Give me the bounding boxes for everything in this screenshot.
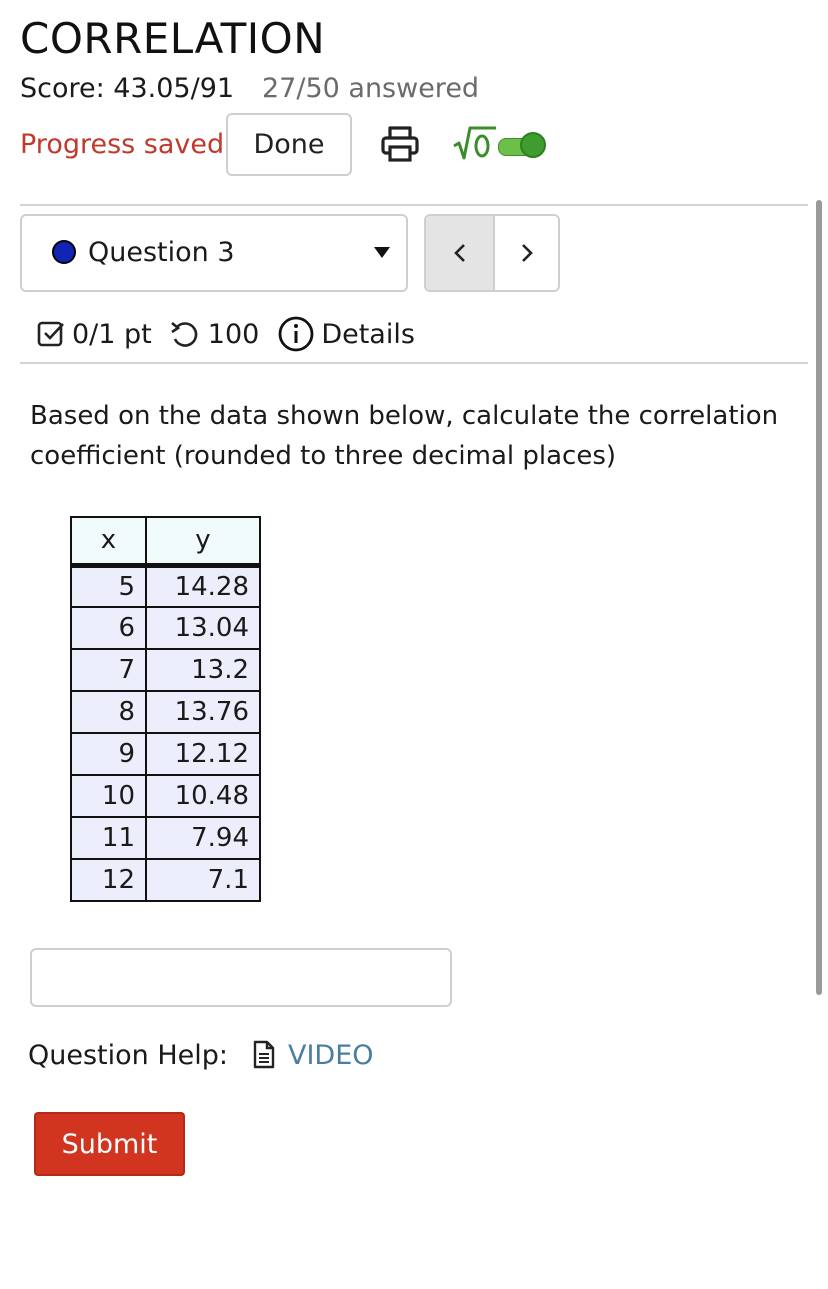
table-row: 7 13.2 [70, 648, 261, 692]
table-row: 6 13.04 [70, 606, 261, 650]
cell-x: 8 [70, 690, 147, 734]
cell-y: 13.04 [145, 606, 261, 650]
printer-icon[interactable] [380, 124, 420, 164]
retry-icon [170, 322, 198, 347]
cell-y: 13.2 [145, 648, 261, 692]
points-text: 0/1 pt [72, 318, 152, 350]
submit-button[interactable]: Submit [34, 1112, 185, 1176]
question-nav-group [424, 214, 560, 292]
question-status-dot [52, 240, 76, 264]
cell-x: 12 [70, 858, 147, 902]
sqrt-zero-icon[interactable] [452, 124, 498, 164]
question-select-label: Question 3 [88, 237, 235, 268]
document-icon[interactable] [252, 1040, 276, 1070]
table-header-row: x y [70, 516, 261, 566]
done-button[interactable]: Done [226, 113, 352, 176]
cell-x: 11 [70, 816, 147, 860]
table-row: 12 7.1 [70, 858, 261, 902]
table-row: 5 14.28 [70, 564, 261, 608]
divider [20, 204, 808, 206]
table-row: 10 10.48 [70, 774, 261, 818]
cell-x: 7 [70, 648, 147, 692]
cell-y: 12.12 [145, 732, 261, 776]
cell-x: 6 [70, 606, 147, 650]
cell-y: 7.94 [145, 816, 261, 860]
math-toggle[interactable] [498, 132, 548, 160]
cell-y: 14.28 [145, 564, 261, 608]
table-row: 8 13.76 [70, 690, 261, 734]
answer-input[interactable] [30, 948, 452, 1007]
cell-x: 9 [70, 732, 147, 776]
cell-y: 7.1 [145, 858, 261, 902]
score-text: Score: 43.05/91 [20, 73, 235, 104]
scrollbar[interactable] [816, 200, 822, 995]
column-header-x: x [70, 516, 147, 566]
column-header-y: y [145, 516, 261, 566]
caret-down-icon [374, 247, 390, 258]
cell-y: 10.48 [145, 774, 261, 818]
question-help-label: Question Help: [28, 1040, 228, 1071]
attempts-text: 100 [207, 318, 260, 350]
question-text: Based on the data shown below, calculate… [30, 401, 779, 471]
cell-x: 10 [70, 774, 147, 818]
assignment-title: CORRELATION [20, 14, 326, 63]
toggle-knob [520, 132, 546, 158]
progress-status: Progress saved [20, 129, 225, 160]
previous-question-button[interactable] [426, 216, 495, 290]
checkbox-icon [37, 321, 64, 347]
details-link[interactable]: Details [321, 319, 415, 350]
next-question-button[interactable] [495, 216, 558, 290]
cell-x: 5 [70, 564, 147, 608]
table-row: 11 7.94 [70, 816, 261, 860]
answered-count: 27/50 answered [262, 73, 480, 104]
chevron-right-icon [521, 244, 533, 262]
data-table: x y 5 14.28 6 13.04 7 13.2 8 13.76 9 12.12 10… [70, 516, 261, 902]
info-icon[interactable] [277, 315, 315, 353]
question-meta-row: 0/1 pt 100 Details [36, 312, 415, 356]
chevron-left-icon [453, 244, 465, 262]
table-row: 9 12.12 [70, 732, 261, 776]
question-select[interactable]: Question 3 [20, 214, 408, 292]
video-help-link[interactable]: VIDEO [288, 1039, 374, 1073]
divider [20, 362, 808, 364]
cell-y: 13.76 [145, 690, 261, 734]
